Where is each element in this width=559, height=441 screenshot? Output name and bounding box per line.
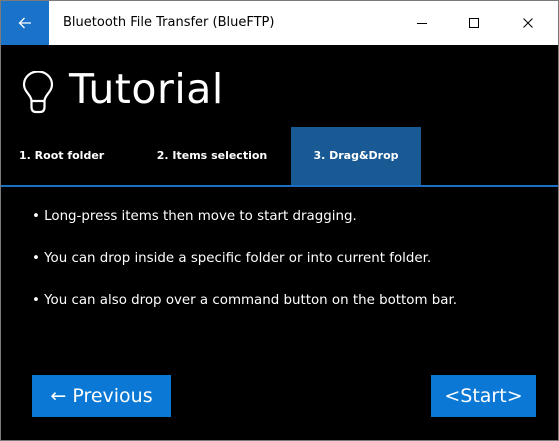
tab-items-selection[interactable]: 2. Items selection xyxy=(149,127,275,185)
maximize-icon xyxy=(469,18,479,28)
tutorial-line: • You can drop inside a specific folder … xyxy=(32,251,432,266)
title-bar: Bluetooth File Transfer (BlueFTP) xyxy=(1,1,558,45)
tutorial-line: • Long-press items then move to start dr… xyxy=(32,209,357,224)
start-button[interactable]: <Start> xyxy=(431,375,536,417)
page-header: Tutorial xyxy=(1,45,558,127)
close-icon xyxy=(523,18,533,28)
tab-root-folder[interactable]: 1. Root folder xyxy=(19,127,123,185)
maximize-button[interactable] xyxy=(451,1,497,45)
minimize-icon xyxy=(417,23,427,24)
close-button[interactable] xyxy=(505,1,551,45)
window-title: Bluetooth File Transfer (BlueFTP) xyxy=(63,15,275,30)
minimize-button[interactable] xyxy=(399,1,445,45)
back-arrow-icon xyxy=(18,17,31,29)
previous-button[interactable]: ← Previous xyxy=(32,375,171,417)
page-title: Tutorial xyxy=(69,65,224,113)
tab-drag-and-drop[interactable]: 3. Drag&Drop xyxy=(291,127,421,185)
tutorial-content: • Long-press items then move to start dr… xyxy=(32,209,552,335)
tutorial-line: • You can also drop over a command butto… xyxy=(32,293,457,308)
app-window: Bluetooth File Transfer (BlueFTP) Tutori… xyxy=(0,0,559,441)
lightbulb-icon xyxy=(22,71,54,114)
tab-bar: 1. Root folder 2. Items selection 3. Dra… xyxy=(1,127,558,185)
tab-underline xyxy=(1,185,558,187)
back-button[interactable] xyxy=(1,1,49,45)
